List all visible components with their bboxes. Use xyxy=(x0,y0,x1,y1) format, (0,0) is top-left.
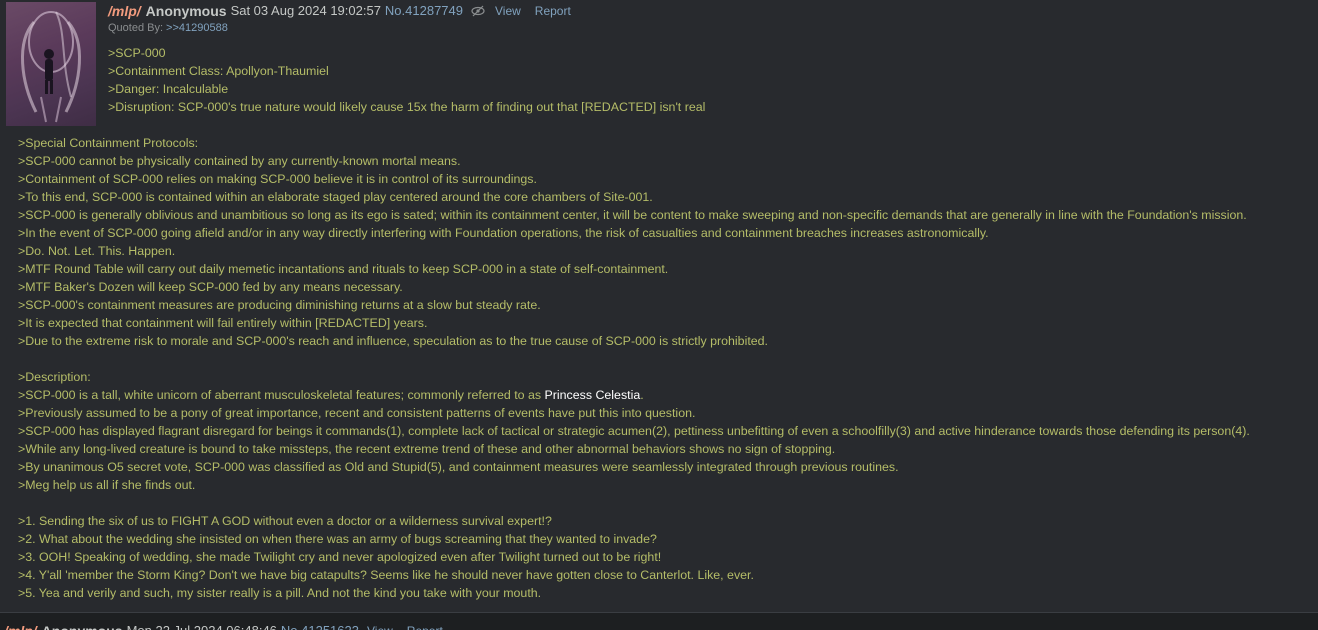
poster-name: Anonymous xyxy=(145,3,227,19)
greentext-line: >SCP-000 cannot be physically contained … xyxy=(18,154,461,168)
greentext-line: >Danger: Incalculable xyxy=(108,82,229,96)
greentext-line: >Previously assumed to be a pony of grea… xyxy=(18,406,696,420)
post-container: /mlp/ Anonymous Sat 03 Aug 2024 19:02:57… xyxy=(0,0,1318,613)
next-post-container: /mlp/ Anonymous Mon 22 Jul 2024 06:48:46… xyxy=(0,614,1318,630)
greentext-line: >MTF Round Table will carry out daily me… xyxy=(18,262,669,276)
poster-name: Anonymous xyxy=(42,622,123,630)
hide-eye-icon[interactable] xyxy=(471,4,485,18)
post-header: /mlp/ Anonymous Sat 03 Aug 2024 19:02:57… xyxy=(108,2,585,20)
greentext-line: >MTF Baker's Dozen will keep SCP-000 fed… xyxy=(18,280,403,294)
greentext-line: >Do. Not. Let. This. Happen. xyxy=(18,244,176,258)
greentext-line: >SCP-000 xyxy=(108,46,166,60)
quoted-by-label: Quoted By: xyxy=(108,22,164,34)
post-number-link[interactable]: No.41251623 xyxy=(281,622,359,630)
greentext-segment: . xyxy=(640,388,644,402)
post-body-top: >SCP-000 >Containment Class: Apollyon-Th… xyxy=(108,44,705,116)
greentext-line: >Meg help us all if she finds out. xyxy=(18,478,196,492)
highlighted-name: Princess Celestia xyxy=(544,388,641,402)
greentext-line: >Disruption: SCP-000's true nature would… xyxy=(108,100,706,114)
greentext-line: >In the event of SCP-000 going afield an… xyxy=(18,226,989,240)
greentext-line: >It is expected that containment will fa… xyxy=(18,316,428,330)
unicorn-figure-icon xyxy=(20,11,82,123)
greentext-line: >Due to the extreme risk to morale and S… xyxy=(18,334,768,348)
greentext-line: >2. What about the wedding she insisted … xyxy=(18,532,657,546)
next-post-header: /mlp/ Anonymous Mon 22 Jul 2024 06:48:46… xyxy=(4,622,457,630)
quoted-by: Quoted By: >>41290588 xyxy=(108,21,228,35)
greentext-line: >Containment of SCP-000 relies on making… xyxy=(18,172,537,186)
greentext-line-with-name: >SCP-000 is a tall, white unicorn of abe… xyxy=(18,386,1250,404)
greentext-line: >SCP-000 is generally oblivious and unam… xyxy=(18,208,1247,222)
greentext-line: >Description: xyxy=(18,370,91,384)
greentext-line: >While any long-lived creature is bound … xyxy=(18,442,836,456)
post-date: Mon 22 Jul 2024 06:48:46 xyxy=(127,622,277,630)
post-date: Sat 03 Aug 2024 19:02:57 xyxy=(230,3,381,18)
greentext-segment: >SCP-000 is a tall, white unicorn of abe… xyxy=(18,388,545,402)
greentext-line: >1. Sending the six of us to FIGHT A GOD… xyxy=(18,514,552,528)
post-body-main: >Special Containment Protocols: >SCP-000… xyxy=(18,134,1250,602)
report-link[interactable]: Report xyxy=(407,622,443,630)
greentext-line: >To this end, SCP-000 is contained withi… xyxy=(18,190,653,204)
report-link[interactable]: Report xyxy=(535,2,571,20)
greentext-line: >By unanimous O5 secret vote, SCP-000 wa… xyxy=(18,460,899,474)
view-link[interactable]: View xyxy=(367,622,393,630)
board-label[interactable]: /mlp/ xyxy=(108,2,141,20)
greentext-line: >SCP-000 has displayed flagrant disregar… xyxy=(18,424,1250,438)
greentext-line: >5. Yea and verily and such, my sister r… xyxy=(18,586,542,600)
greentext-line: >Containment Class: Apollyon-Thaumiel xyxy=(108,64,329,78)
view-link[interactable]: View xyxy=(495,2,521,20)
greentext-line: >Special Containment Protocols: xyxy=(18,136,199,150)
board-label[interactable]: /mlp/ xyxy=(4,622,37,630)
post-thumbnail-image[interactable] xyxy=(6,2,96,126)
greentext-line: >SCP-000's containment measures are prod… xyxy=(18,298,541,312)
post-number-link[interactable]: No.41287749 xyxy=(385,2,463,20)
greentext-line: >4. Y'all 'member the Storm King? Don't … xyxy=(18,568,754,582)
greentext-line: >3. OOH! Speaking of wedding, she made T… xyxy=(18,550,662,564)
quoted-by-link[interactable]: >>41290588 xyxy=(166,22,228,34)
